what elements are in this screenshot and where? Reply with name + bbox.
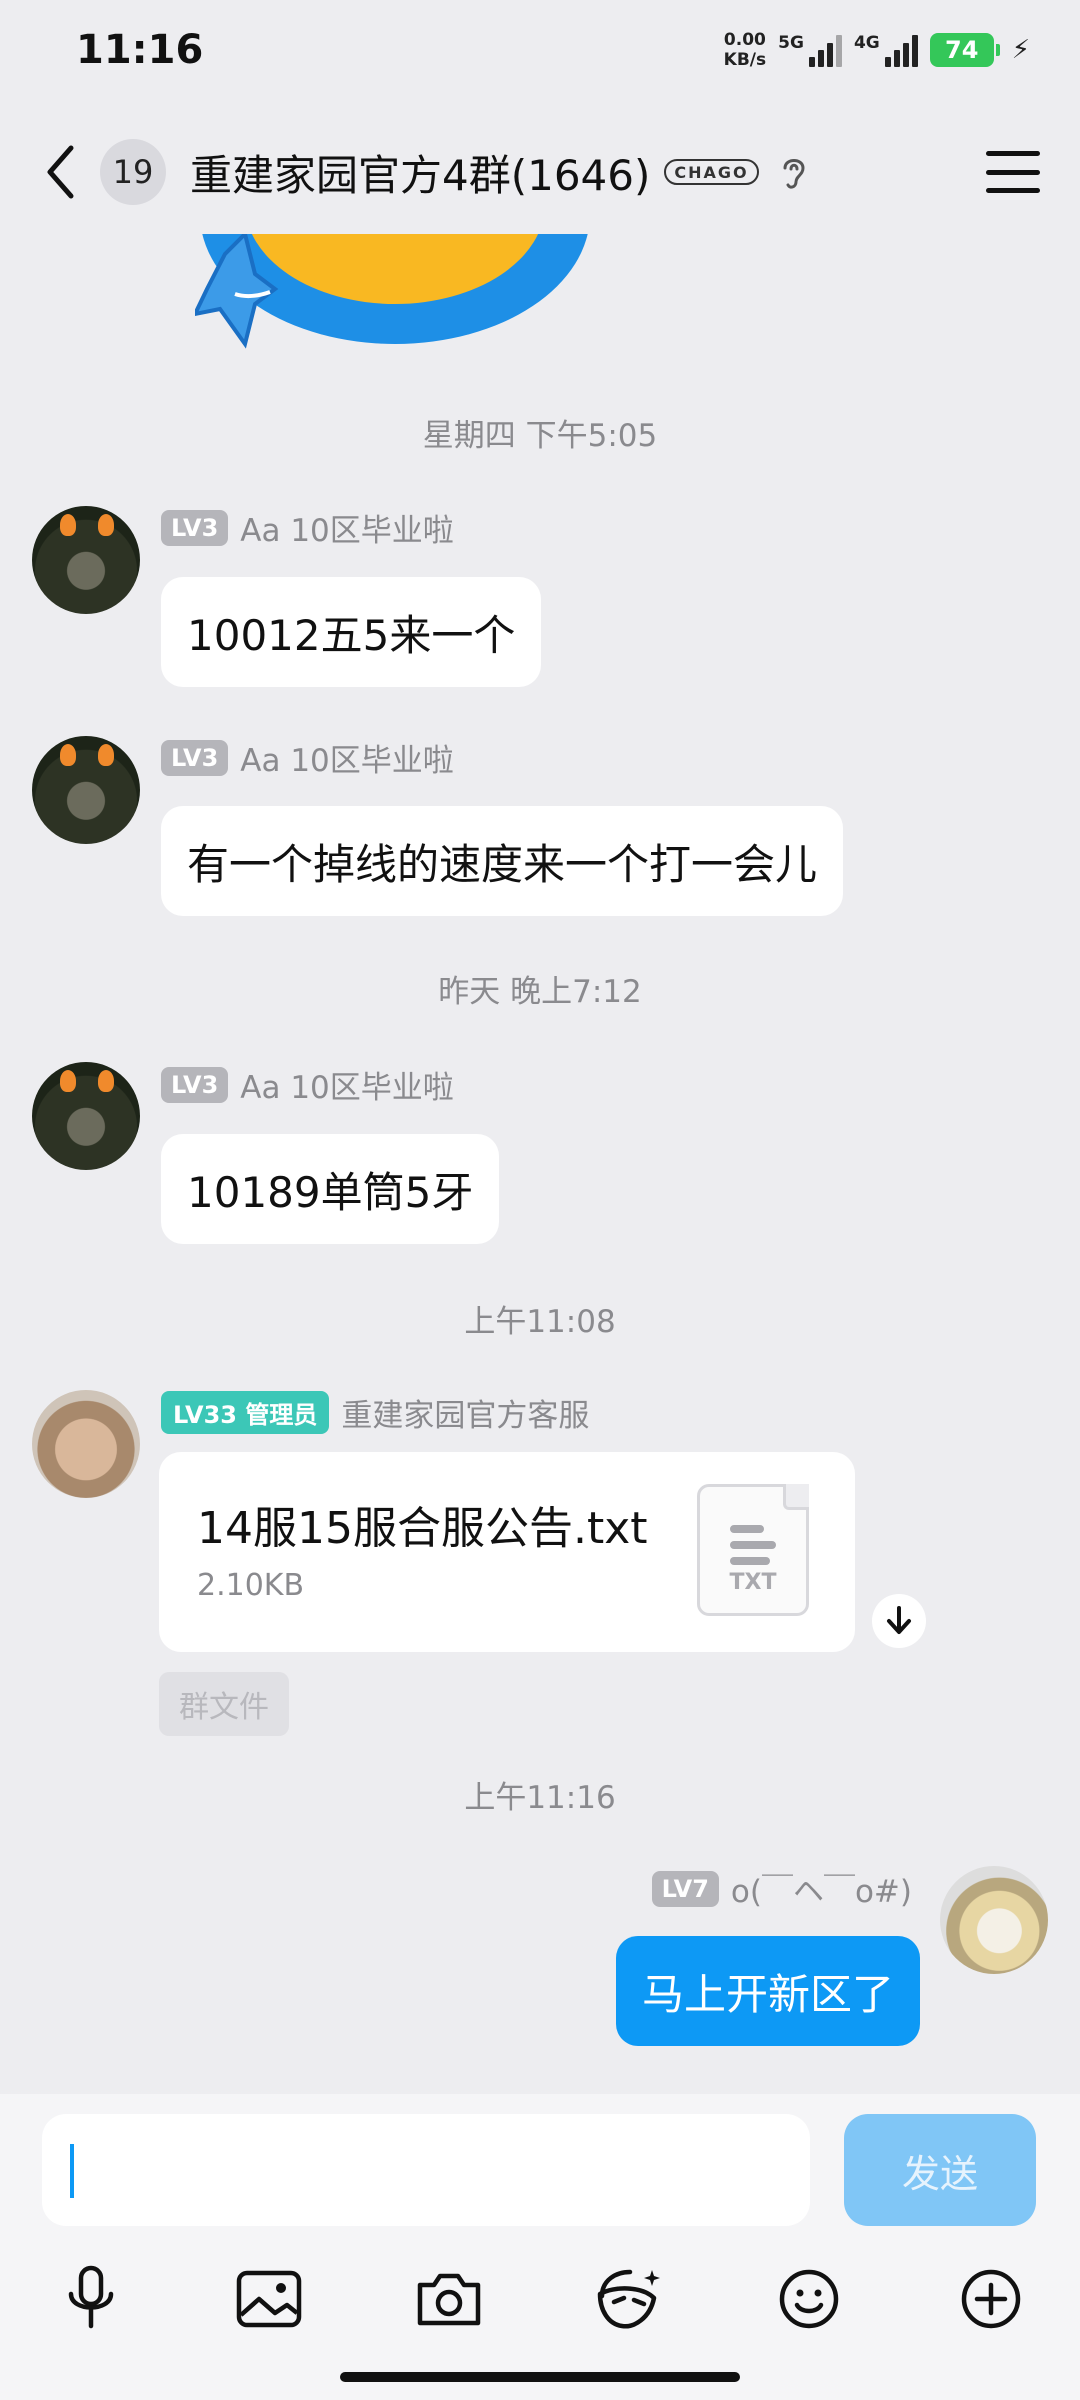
sender-name[interactable]: Aa 10区毕业啦	[240, 505, 454, 550]
sender-info: LV33 管理员 重建家园官方客服	[161, 1390, 589, 1435]
avatar[interactable]	[940, 1866, 1048, 1974]
sender-info: LV3 Aa 10区毕业啦	[161, 735, 454, 780]
level-badge: LV3	[161, 739, 229, 776]
network-speed-unit: KB/s	[723, 50, 767, 70]
network-4g-label: 4G	[853, 33, 880, 53]
microphone-icon	[68, 2265, 114, 2329]
status-icons: 0.00 KB/s 5G 4G 74 ⚡	[724, 30, 1030, 70]
sender-name[interactable]: Aa 10区毕业啦	[240, 735, 454, 780]
avatar[interactable]	[32, 1390, 140, 1498]
file-size: 2.10KB	[197, 1568, 305, 1603]
sticker-button[interactable]	[584, 2254, 674, 2344]
txt-file-icon: TXT	[697, 1484, 809, 1616]
back-button[interactable]	[40, 142, 80, 202]
level-badge: LV3	[161, 509, 229, 546]
sticker-image[interactable]	[195, 234, 595, 349]
signal-bars-icon	[808, 33, 842, 67]
timestamp: 星期四 下午5:05	[422, 418, 658, 454]
charging-icon: ⚡	[1011, 35, 1030, 65]
avatar[interactable]	[32, 736, 140, 844]
message-bubble[interactable]: 有一个掉线的速度来一个打一会儿	[161, 806, 844, 916]
ear-icon[interactable]	[777, 152, 809, 192]
file-message-card[interactable]: 14服15服合服公告.txt 2.10KB TXT	[159, 1452, 855, 1652]
timestamp: 上午11:08	[464, 1304, 616, 1340]
message-bubble[interactable]: 10012五5来一个	[161, 577, 542, 687]
network-speed-value: 0.00	[723, 30, 766, 50]
camera-icon	[417, 2273, 481, 2326]
sender-name[interactable]: o(￣ヘ￣o#)	[731, 1866, 912, 1911]
file-name: 14服15服合服公告.txt	[197, 1503, 648, 1554]
file-type: TXT	[729, 1570, 777, 1595]
unread-count-badge[interactable]: 19	[100, 139, 166, 205]
chat-header: 19 重建家园官方4群(1646) CHAGO	[0, 110, 1080, 234]
status-time: 11:16	[76, 27, 204, 73]
status-bar: 11:16 0.00 KB/s 5G 4G 74 ⚡	[0, 0, 1080, 100]
group-file-tag[interactable]: 群文件	[159, 1672, 289, 1736]
timestamp: 上午11:16	[464, 1780, 616, 1816]
plus-icon	[961, 2269, 1021, 2329]
avatar[interactable]	[32, 1062, 140, 1170]
send-button[interactable]: 发送	[844, 2114, 1036, 2226]
more-button[interactable]	[946, 2254, 1036, 2344]
text-caret	[70, 2144, 74, 2198]
level-badge: LV3	[161, 1066, 229, 1103]
signal-5g: 5G	[778, 33, 842, 67]
emoji-icon	[779, 2269, 839, 2329]
sender-name[interactable]: 重建家园官方客服	[341, 1390, 589, 1435]
home-indicator[interactable]	[340, 2372, 740, 2382]
message-input[interactable]	[42, 2114, 810, 2226]
voice-button[interactable]	[46, 2254, 136, 2344]
battery-icon: 74	[929, 33, 1000, 67]
emoji-button[interactable]	[764, 2254, 854, 2344]
image-icon	[236, 2270, 302, 2328]
composer-toolbar	[0, 2254, 1080, 2364]
chevron-left-icon	[47, 145, 74, 199]
group-tag: CHAGO	[664, 159, 759, 185]
signal-bars-icon	[884, 33, 918, 67]
network-speed: 0.00 KB/s	[724, 30, 766, 70]
camera-button[interactable]	[404, 2254, 494, 2344]
my-message-bubble[interactable]: 马上开新区了	[615, 1936, 920, 2046]
sender-info: LV7 o(￣ヘ￣o#)	[651, 1866, 912, 1911]
sender-info: LV3 Aa 10区毕业啦	[161, 1062, 454, 1107]
avatar[interactable]	[32, 506, 140, 614]
admin-level-badge: LV33 管理员	[161, 1391, 330, 1434]
timestamp: 昨天 晚上7:12	[438, 974, 642, 1010]
sender-name[interactable]: Aa 10区毕业啦	[240, 1062, 454, 1107]
download-arrow-icon	[887, 1606, 911, 1634]
sender-info: LV3 Aa 10区毕业啦	[161, 505, 454, 550]
image-button[interactable]	[224, 2254, 314, 2344]
sticker-icon	[195, 234, 588, 349]
signal-4g: 4G	[854, 33, 918, 67]
download-button[interactable]	[872, 1594, 926, 1648]
group-title[interactable]: 重建家园官方4群(1646)	[190, 142, 650, 203]
composer: 发送	[0, 2094, 1080, 2400]
message-bubble[interactable]: 10189单筒5牙	[161, 1134, 500, 1244]
level-badge: LV7	[651, 1870, 719, 1907]
menu-button[interactable]	[986, 151, 1040, 193]
network-5g-label: 5G	[778, 33, 804, 53]
sticker-icon	[597, 2269, 660, 2329]
